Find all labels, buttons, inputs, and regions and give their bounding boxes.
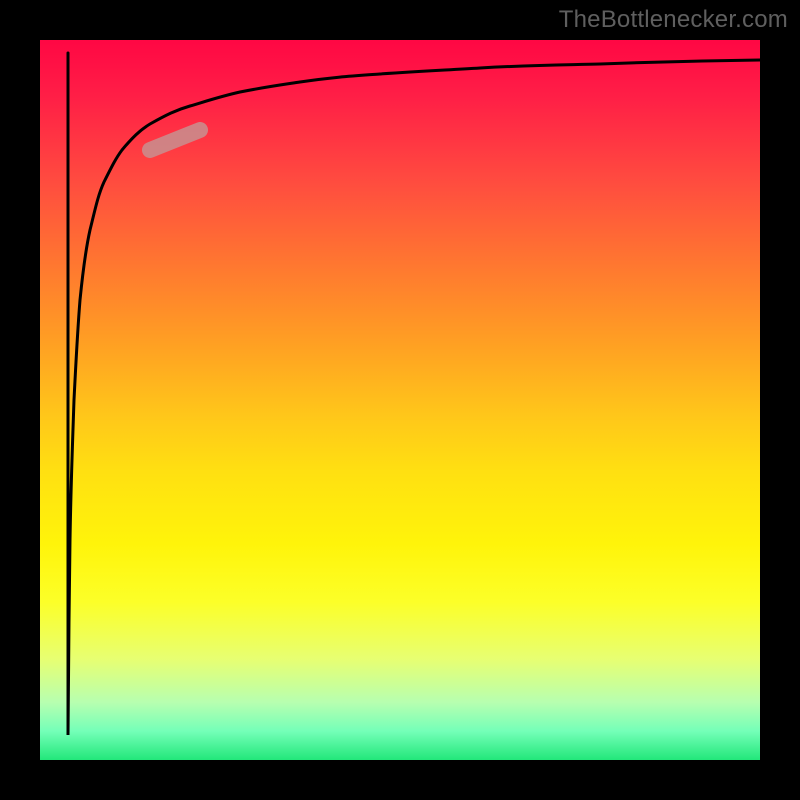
attribution-text: TheBottlenecker.com xyxy=(559,6,788,34)
plot-area xyxy=(40,40,760,760)
curve-svg xyxy=(40,40,760,760)
bottleneck-curve xyxy=(68,53,760,735)
chart-root: TheBottlenecker.com xyxy=(0,0,800,800)
highlight-segment xyxy=(150,130,200,150)
